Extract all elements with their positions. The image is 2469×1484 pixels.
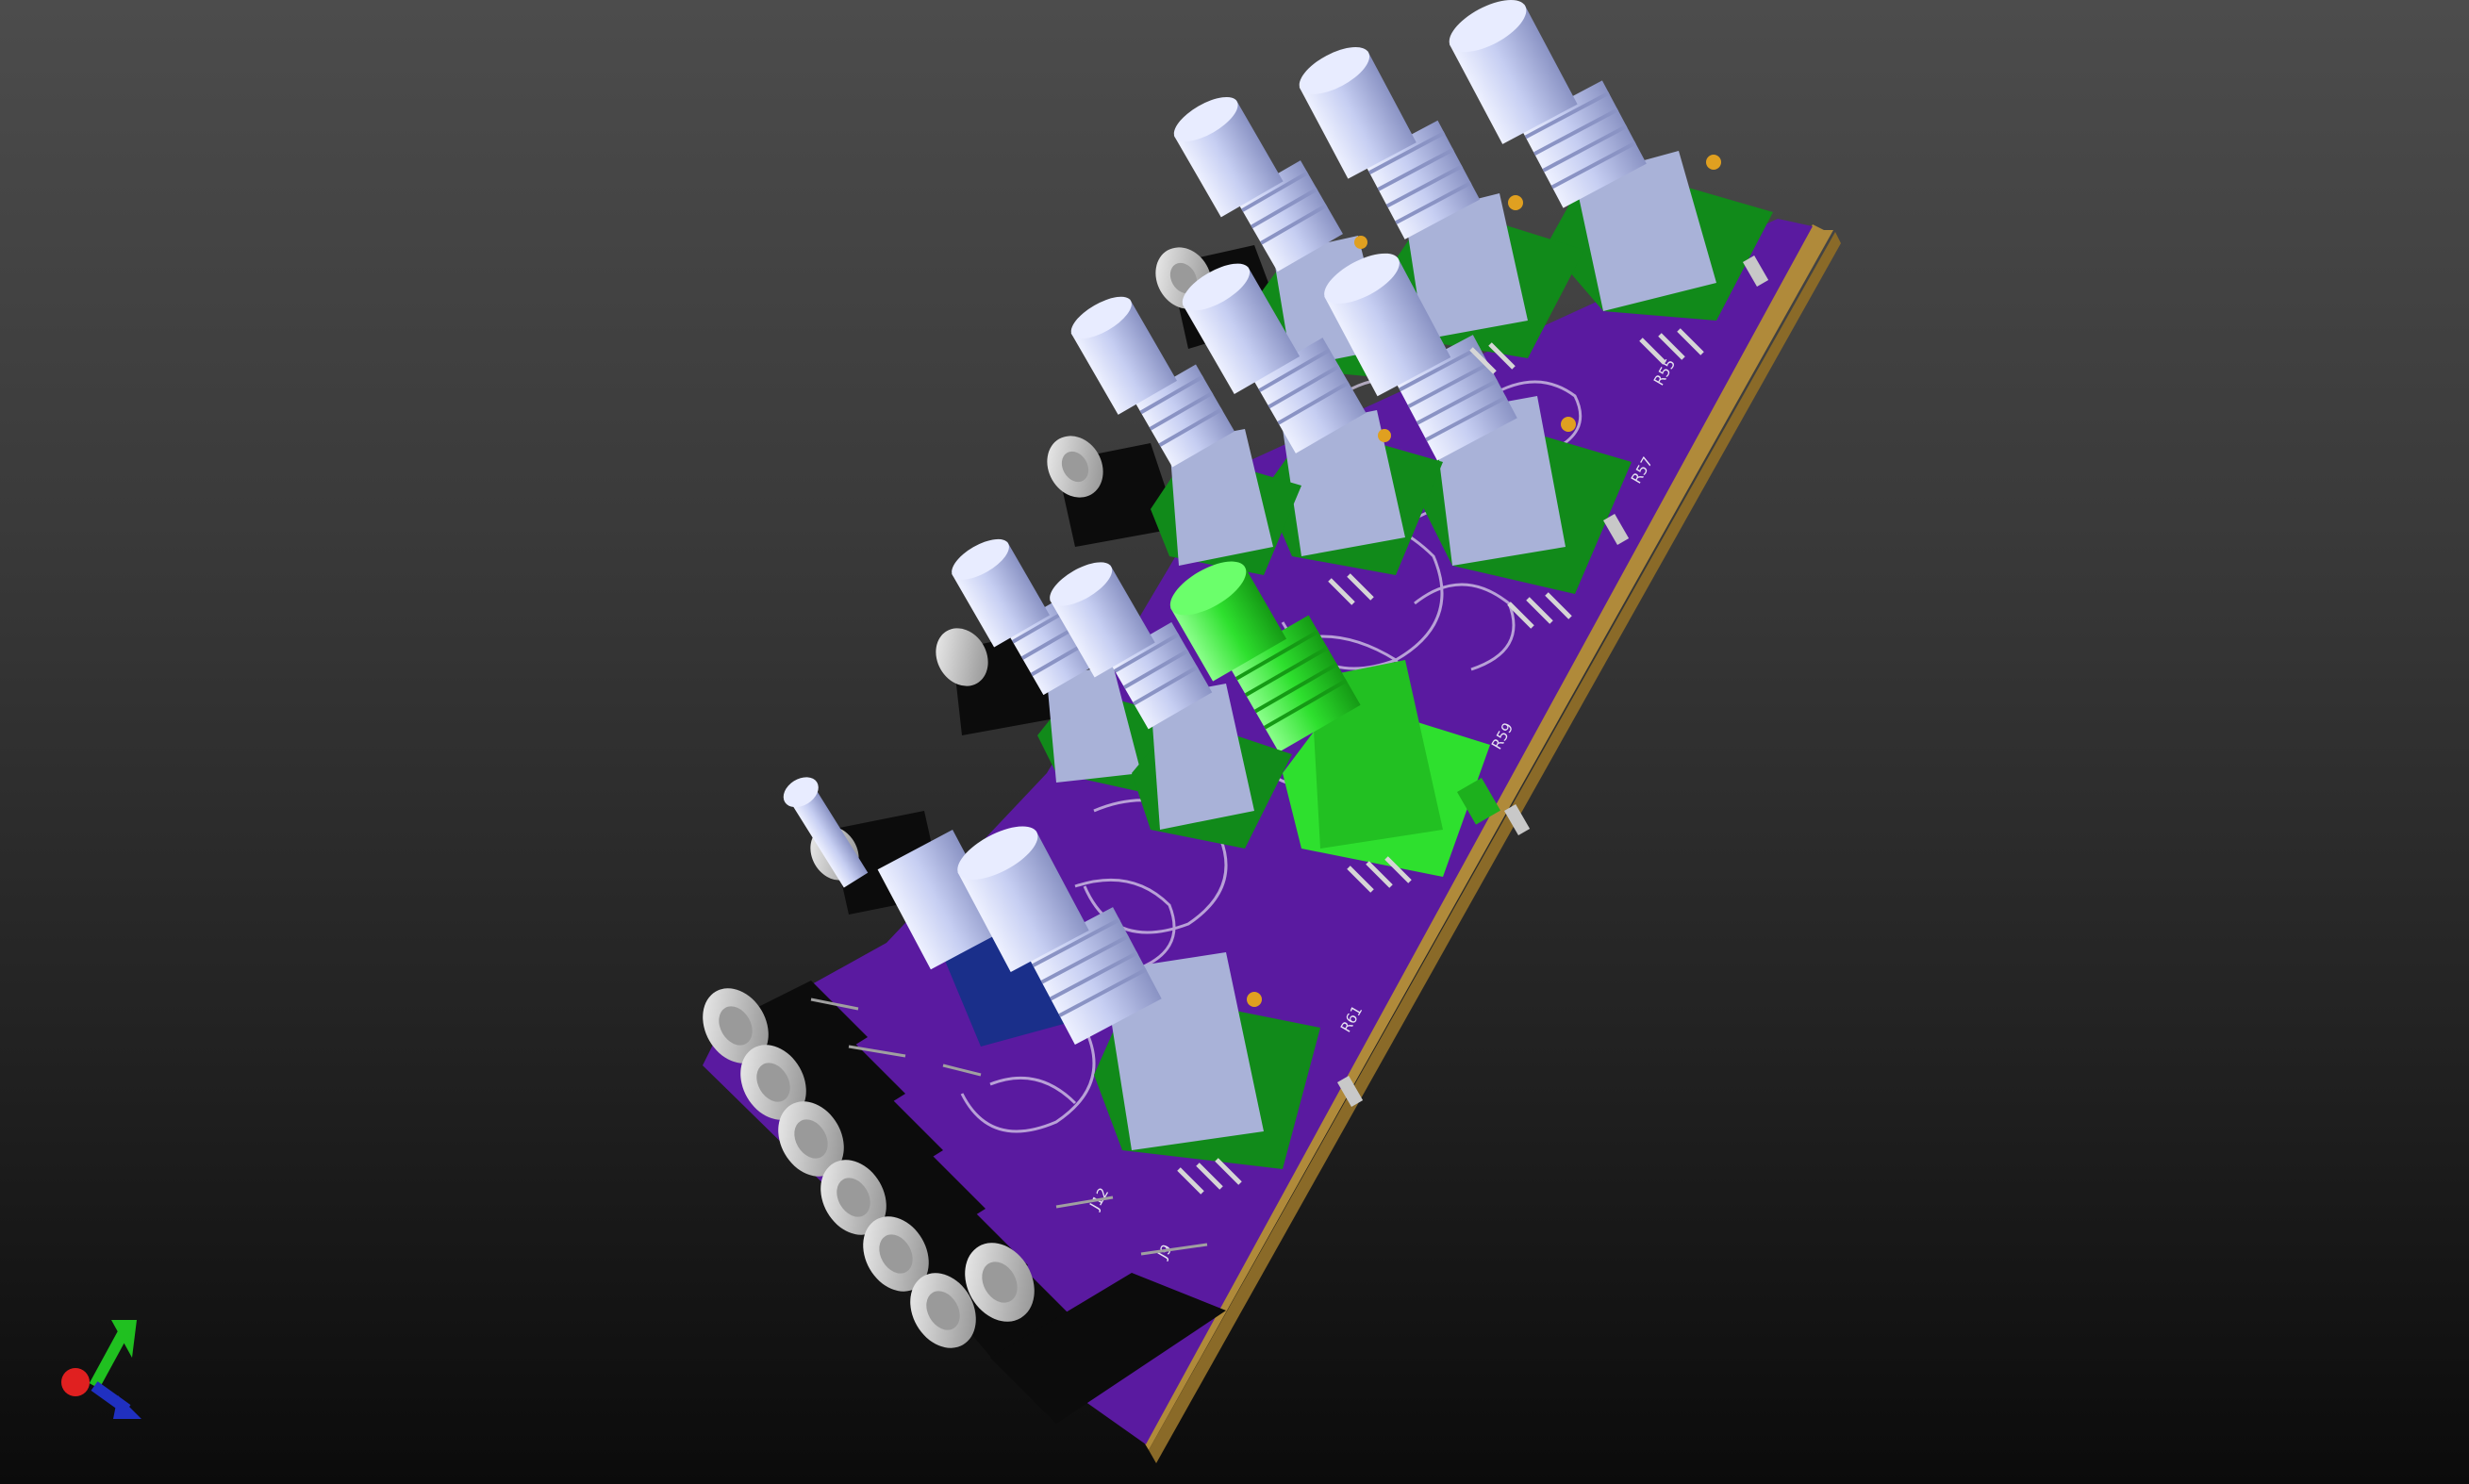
z-axis-arrowhead [113,1395,141,1419]
3d-viewport[interactable]: R55 R57 R59 R61 J12 J9 [0,0,2469,1484]
axis-gizmo [61,1320,141,1419]
x-axis-ball [61,1368,90,1396]
audio-jack-middle [1047,436,1179,547]
pcb-3d-scene[interactable]: R55 R57 R59 R61 J12 J9 [0,0,2469,1484]
y-axis-arrow [89,1331,128,1389]
